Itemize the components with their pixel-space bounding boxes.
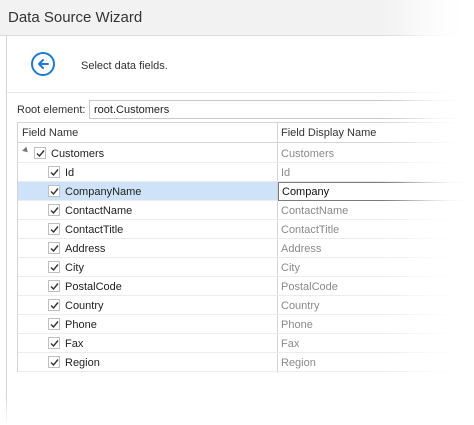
wizard-content: Select data fields. Root element: Field …: [6, 36, 474, 425]
page-subtitle: Select data fields.: [81, 60, 168, 72]
check-icon: [50, 320, 59, 328]
check-icon: [50, 168, 59, 176]
wizard-window: Data Source Wizard Select data fields. R…: [0, 0, 474, 425]
check-icon: [50, 263, 59, 271]
table-row[interactable]: ContactName ContactName: [18, 201, 474, 220]
check-icon: [50, 187, 59, 195]
field-name: City: [65, 262, 84, 274]
field-name: Region: [65, 357, 100, 369]
field-display-name[interactable]: Id: [281, 167, 290, 179]
field-checkbox[interactable]: [48, 185, 60, 197]
table-row[interactable]: ContactTitle ContactTitle: [18, 220, 474, 239]
field-display-name[interactable]: Customers: [281, 148, 334, 160]
field-name: Id: [65, 167, 75, 179]
field-display-name[interactable]: City: [281, 262, 300, 274]
field-display-name[interactable]: Address: [281, 243, 321, 255]
check-icon: [50, 206, 59, 214]
title-bar: Data Source Wizard: [0, 0, 474, 36]
table-row[interactable]: Country Country: [18, 296, 474, 315]
field-name: PostalCode: [65, 281, 122, 293]
field-checkbox[interactable]: [48, 318, 60, 330]
check-icon: [36, 149, 45, 157]
tree-expander-icon[interactable]: [22, 146, 30, 155]
field-checkbox[interactable]: [48, 337, 60, 349]
root-element-field[interactable]: [89, 100, 474, 119]
check-icon: [50, 339, 59, 347]
field-name: ContactName: [65, 205, 133, 217]
table-row[interactable]: Id Id: [18, 163, 474, 182]
field-name: Country: [65, 300, 104, 312]
column-header-field-name[interactable]: Field Name: [22, 127, 78, 139]
table-row[interactable]: Phone Phone: [18, 315, 474, 334]
field-display-name[interactable]: Phone: [281, 319, 313, 331]
root-element-label: Root element:: [17, 104, 86, 116]
field-name: Fax: [65, 338, 84, 350]
field-checkbox[interactable]: [48, 356, 60, 368]
field-checkbox[interactable]: [48, 280, 60, 292]
table-row[interactable]: PostalCode PostalCode: [18, 277, 474, 296]
check-icon: [50, 282, 59, 290]
grid-header: Field Name Field Display Name: [18, 123, 474, 143]
field-display-name[interactable]: Fax: [281, 338, 299, 350]
header-divider: [7, 92, 474, 93]
check-icon: [50, 225, 59, 233]
field-checkbox[interactable]: [48, 299, 60, 311]
column-header-display-name[interactable]: Field Display Name: [281, 127, 376, 139]
field-display-name[interactable]: ContactName: [281, 205, 348, 217]
table-row[interactable]: Address Address: [18, 239, 474, 258]
field-checkbox[interactable]: [48, 166, 60, 178]
field-name: ContactTitle: [65, 224, 124, 236]
fields-grid: Field Name Field Display Name Customers C…: [17, 122, 474, 373]
field-checkbox[interactable]: [48, 223, 60, 235]
table-row[interactable]: Fax Fax: [18, 334, 474, 353]
field-name: Phone: [65, 319, 97, 331]
field-checkbox[interactable]: [48, 242, 60, 254]
field-display-name[interactable]: ContactTitle: [281, 224, 339, 236]
field-display-name-editor[interactable]: [278, 182, 474, 201]
field-display-name[interactable]: Region: [281, 357, 316, 369]
check-icon: [50, 244, 59, 252]
check-icon: [50, 358, 59, 366]
field-name: Customers: [51, 148, 105, 160]
field-name: Address: [65, 243, 106, 255]
back-button[interactable]: [31, 52, 55, 76]
field-checkbox[interactable]: [48, 204, 60, 216]
back-arrow-circle-icon: [38, 59, 49, 69]
field-checkbox[interactable]: [48, 261, 60, 273]
field-display-name[interactable]: Country: [281, 300, 320, 312]
table-row[interactable]: CompanyName: [18, 182, 474, 201]
field-name: CompanyName: [65, 186, 142, 198]
check-icon: [50, 301, 59, 309]
table-row[interactable]: Region Region: [18, 353, 474, 372]
tree-row-parent[interactable]: Customers Customers: [18, 144, 474, 163]
table-row[interactable]: City City: [18, 258, 474, 277]
field-checkbox[interactable]: [34, 147, 46, 159]
field-display-name[interactable]: PostalCode: [281, 281, 338, 293]
window-title: Data Source Wizard: [8, 9, 143, 26]
